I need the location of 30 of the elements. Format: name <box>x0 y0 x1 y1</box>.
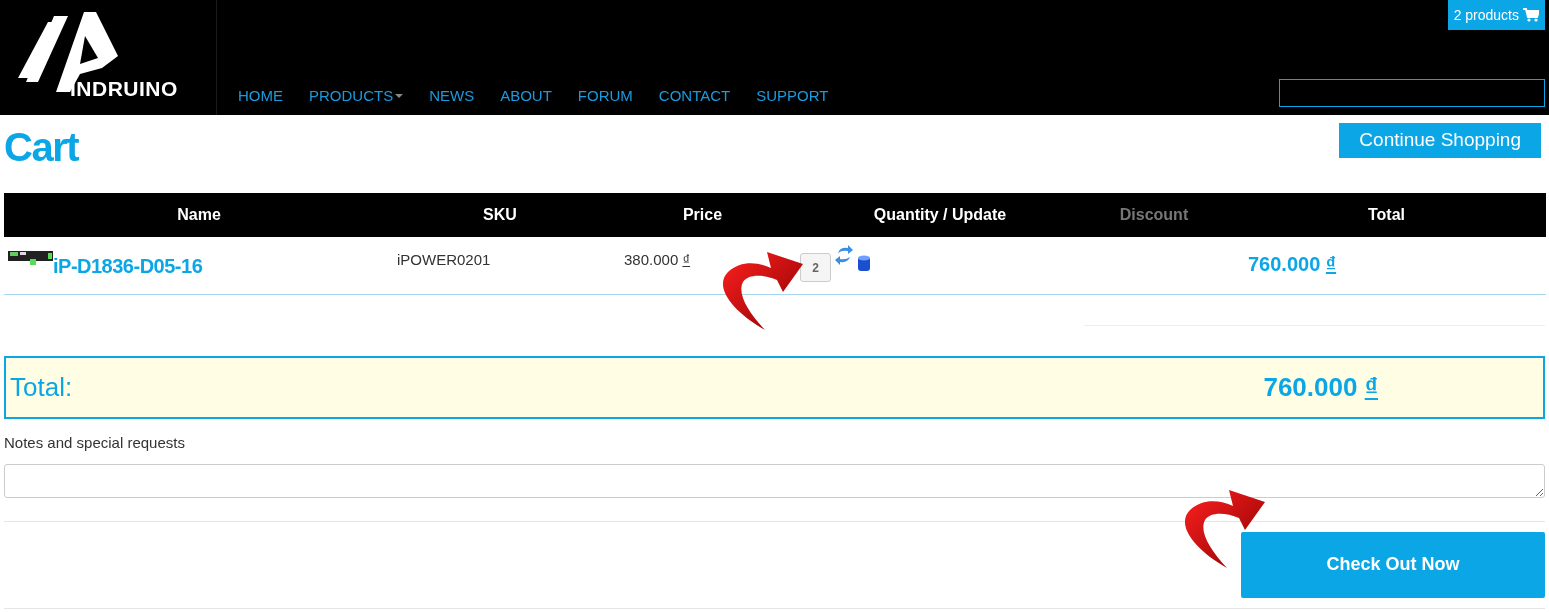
quantity-field[interactable]: 2 <box>800 253 831 282</box>
notes-label: Notes and special requests <box>4 432 186 453</box>
nav-link[interactable]: HOME <box>225 84 296 107</box>
product-thumbnail <box>8 249 53 267</box>
nav-link[interactable]: ABOUT <box>487 84 565 107</box>
search-field[interactable] <box>1279 79 1545 107</box>
cart-icon <box>1523 8 1539 22</box>
delete-icon[interactable] <box>857 255 871 272</box>
nav-link[interactable]: FORUM <box>564 84 646 107</box>
total-label: Total: <box>9 370 73 404</box>
nav-link[interactable]: CONTACT <box>645 84 744 107</box>
logo-text: INDRUINO <box>70 78 178 99</box>
nav-link[interactable]: NEWS <box>416 84 488 107</box>
nav-link[interactable]: SUPPORT <box>743 84 842 107</box>
nav-link[interactable]: PRODUCTS <box>296 84 417 107</box>
table-cell: iPOWER0201 <box>397 251 491 268</box>
refresh-icon[interactable] <box>835 245 853 265</box>
column-header: Discount <box>1081 193 1227 237</box>
cart-count: 2 products <box>1453 5 1519 25</box>
total-amount: 760.000 ₫ <box>1248 253 1337 275</box>
column-header: Price <box>606 193 799 237</box>
grand-total: 760.000 ₫ <box>1263 370 1378 404</box>
column-header: Name <box>4 193 394 237</box>
column-header: SKU <box>394 193 606 237</box>
column-header: Quantity / Update <box>799 193 1081 237</box>
column-header: Total <box>1227 193 1546 237</box>
notes-field[interactable] <box>4 464 1545 498</box>
page-title: Cart <box>4 124 79 171</box>
caret-icon <box>395 93 404 98</box>
price-text: 380.000 ₫ <box>624 251 691 268</box>
